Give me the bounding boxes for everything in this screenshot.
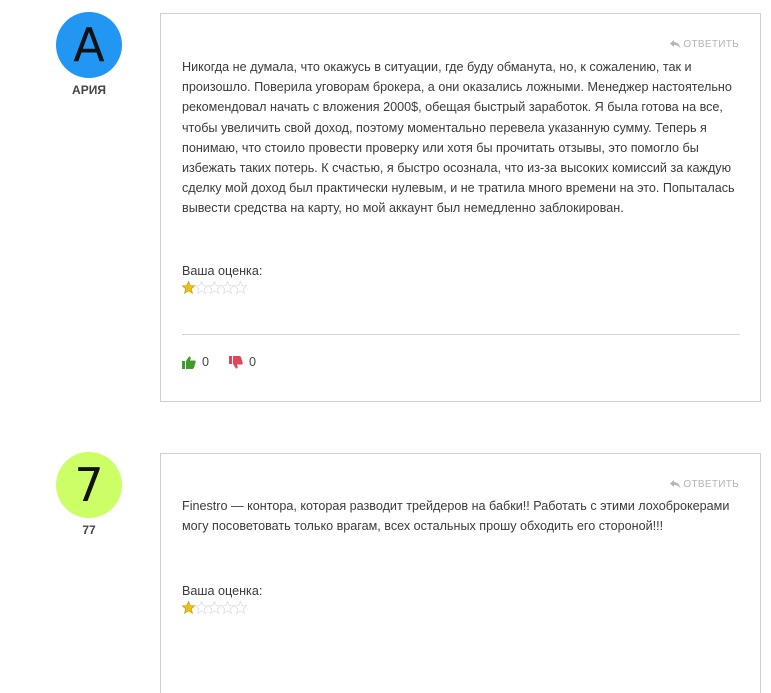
like-count: 0 (202, 355, 210, 369)
reply-label: ОТВЕТИТЬ (683, 39, 739, 50)
star-filled-icon[interactable] (182, 601, 195, 614)
thumbs-up-icon (182, 356, 196, 369)
dislike-count: 0 (249, 355, 257, 369)
author-name: АРИЯ (72, 83, 106, 97)
star-empty-icon[interactable] (208, 601, 221, 614)
like-button[interactable]: 0 (182, 355, 209, 369)
star-rating[interactable] (182, 281, 247, 294)
author-name: 77 (82, 523, 96, 537)
star-rating[interactable] (182, 601, 247, 614)
review-card: ОТВЕТИТЬ Никогда не думала, что окажусь … (160, 13, 761, 402)
reply-button[interactable]: ОТВЕТИТЬ (670, 39, 739, 50)
star-empty-icon[interactable] (195, 601, 208, 614)
review-text: Никогда не думала, что окажусь в ситуаци… (182, 60, 735, 216)
avatar-letter: 7 (74, 458, 104, 512)
avatar-letter: А (73, 18, 105, 72)
star-filled-icon[interactable] (182, 281, 195, 294)
star-empty-icon[interactable] (234, 281, 247, 294)
dislike-button[interactable]: 0 (229, 355, 256, 369)
star-empty-icon[interactable] (208, 281, 221, 294)
review-text: Finestro — контора, которая разводит тре… (182, 499, 730, 534)
reply-label: ОТВЕТИТЬ (683, 479, 739, 490)
reply-button[interactable]: ОТВЕТИТЬ (670, 479, 739, 490)
rating-label: Ваша оценка: (182, 264, 263, 278)
vote-bar: 0 0 (182, 355, 276, 369)
thumbs-down-icon (229, 355, 243, 369)
divider (182, 334, 740, 335)
star-empty-icon[interactable] (221, 281, 234, 294)
rating-label: Ваша оценка: (182, 584, 263, 598)
star-empty-icon[interactable] (221, 601, 234, 614)
star-empty-icon[interactable] (234, 601, 247, 614)
reply-icon (670, 40, 681, 49)
avatar: 7 (56, 452, 122, 518)
star-empty-icon[interactable] (195, 281, 208, 294)
reply-icon (670, 480, 681, 489)
avatar: А (56, 12, 122, 78)
review-card: ОТВЕТИТЬ Finestro — контора, которая раз… (160, 453, 761, 693)
